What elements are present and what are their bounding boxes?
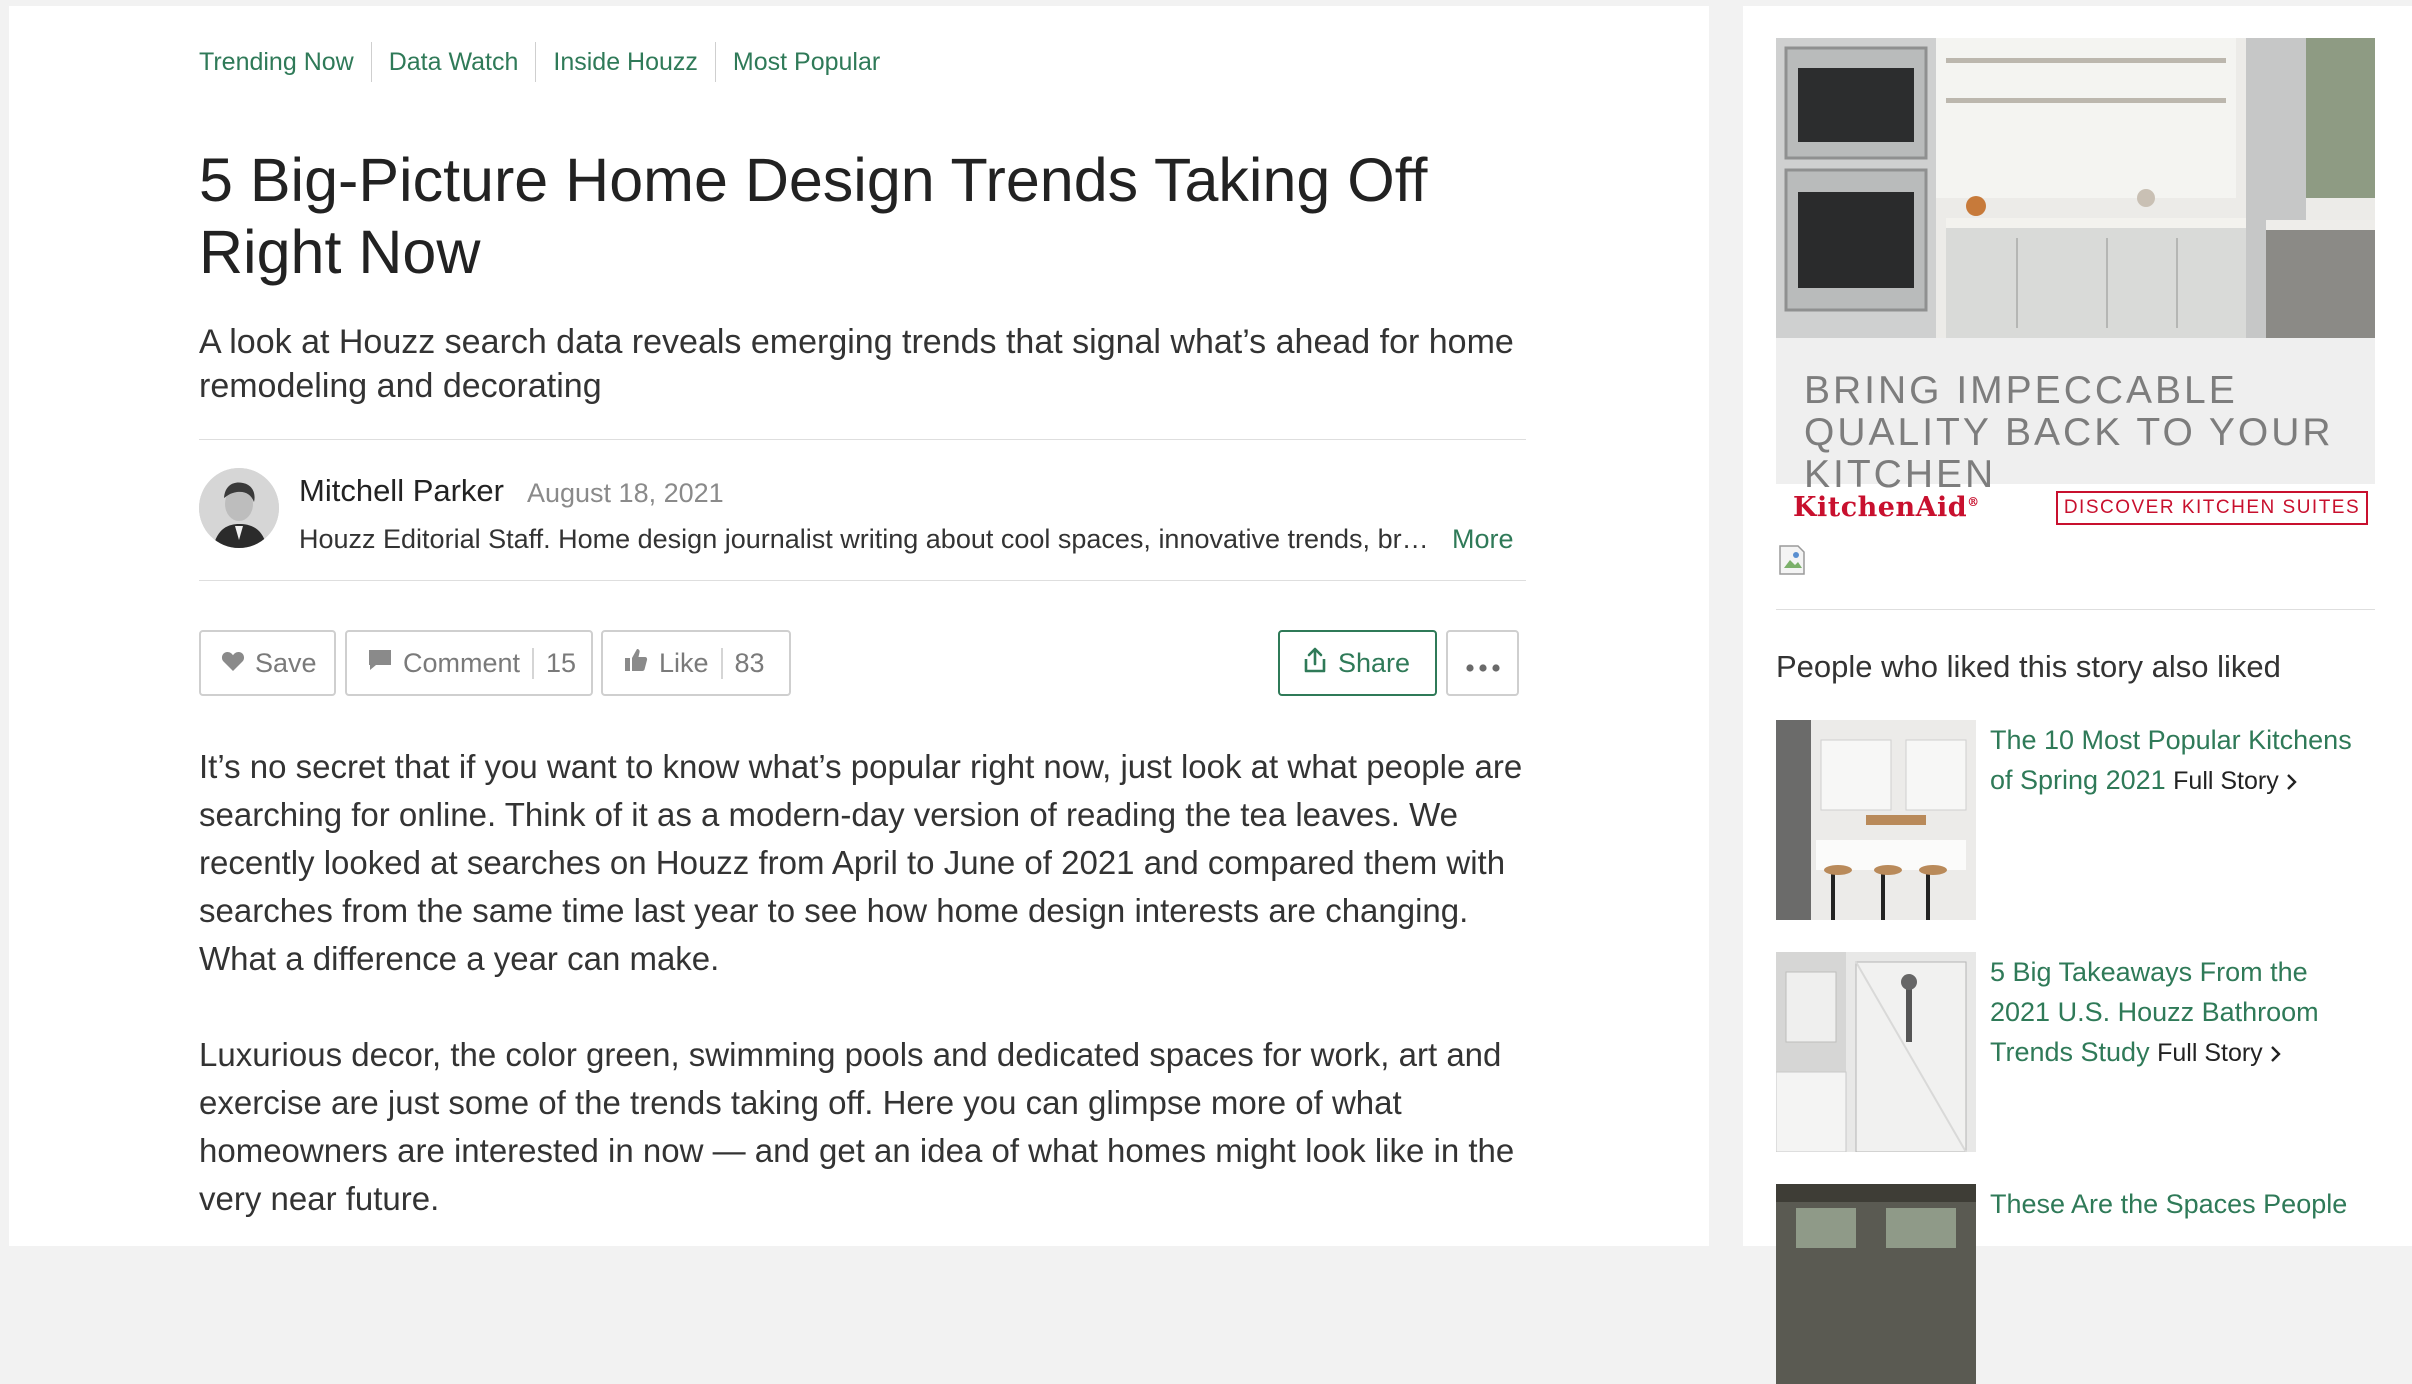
article-subtitle: A look at Houzz search data reveals emer…	[199, 323, 1514, 405]
like-button[interactable]: Like 83	[601, 630, 791, 696]
comment-icon	[367, 648, 393, 679]
related-title[interactable]: These Are the Spaces People	[1990, 1189, 2347, 1219]
nav-inside-houzz[interactable]: Inside Houzz	[535, 42, 715, 82]
article-paragraph: Luxurious decor, the color green, swimmi…	[199, 1036, 1515, 1217]
category-nav: Trending Now Data Watch Inside Houzz Mos…	[199, 42, 897, 82]
nav-trending-now[interactable]: Trending Now	[199, 42, 371, 82]
comment-count: 15	[532, 647, 576, 679]
heart-icon	[221, 648, 245, 679]
thumbs-up-icon	[623, 647, 649, 680]
share-button[interactable]: Share	[1278, 630, 1437, 696]
full-story-link[interactable]: Full Story	[2157, 1039, 2282, 1067]
nav-data-watch[interactable]: Data Watch	[370, 42, 536, 82]
comment-label: Comment	[403, 647, 521, 678]
broken-image-icon	[1778, 544, 1808, 576]
nav-most-popular[interactable]: Most Popular	[714, 42, 897, 82]
divider	[1776, 609, 2375, 610]
save-label: Save	[255, 647, 317, 678]
save-button[interactable]: Save	[199, 630, 336, 696]
article-title: 5 Big-Picture Home Design Trends Taking …	[199, 146, 1428, 286]
comment-button[interactable]: Comment 15	[345, 630, 593, 696]
ad-tagline: BRING IMPECCABLE QUALITY BACK TO YOUR KI…	[1804, 369, 2334, 496]
full-story-link[interactable]: Full Story	[2173, 767, 2298, 795]
divider	[199, 439, 1526, 440]
chevron-right-icon	[2286, 767, 2298, 795]
author-more-link[interactable]: More	[1452, 524, 1514, 555]
author-name[interactable]: Mitchell Parker	[299, 473, 504, 509]
related-story-link[interactable]: 5 Big Takeaways From the 2021 U.S. Houzz…	[1990, 952, 2370, 1073]
ad-kitchen-image[interactable]	[1776, 38, 2375, 338]
related-heading: People who liked this story also liked	[1776, 649, 2281, 684]
sidebar: BRING IMPECCABLE QUALITY BACK TO YOUR KI…	[1743, 6, 2412, 1384]
more-options-button[interactable]	[1446, 630, 1519, 696]
related-thumbnail[interactable]	[1776, 720, 1976, 920]
like-count: 83	[720, 647, 765, 679]
ellipsis-icon	[1465, 648, 1500, 679]
share-icon	[1302, 647, 1328, 680]
ad-banner[interactable]: BRING IMPECCABLE QUALITY BACK TO YOUR KI…	[1776, 338, 2375, 496]
kitchenaid-logo[interactable]: KitchenAid®	[1793, 492, 1980, 523]
article-paragraph: It’s no secret that if you want to know …	[199, 748, 1523, 977]
publish-date: August 18, 2021	[527, 478, 724, 508]
divider	[199, 580, 1526, 581]
related-story-link[interactable]: The 10 Most Popular Kitchens of Spring 2…	[1990, 720, 2370, 801]
chevron-right-icon	[2270, 1039, 2282, 1067]
discover-kitchen-suites-button[interactable]: DISCOVER KITCHEN SUITES	[2056, 491, 2368, 525]
related-story-link[interactable]: These Are the Spaces People	[1990, 1184, 2370, 1224]
author-bio: Houzz Editorial Staff. Home design journ…	[299, 524, 1429, 554]
like-label: Like	[659, 647, 709, 678]
related-thumbnail[interactable]	[1776, 952, 1976, 1152]
article-column: Trending Now Data Watch Inside Houzz Mos…	[9, 6, 1709, 1246]
related-thumbnail[interactable]	[1776, 1184, 1976, 1384]
share-label: Share	[1338, 647, 1411, 678]
author-avatar[interactable]	[199, 468, 279, 548]
